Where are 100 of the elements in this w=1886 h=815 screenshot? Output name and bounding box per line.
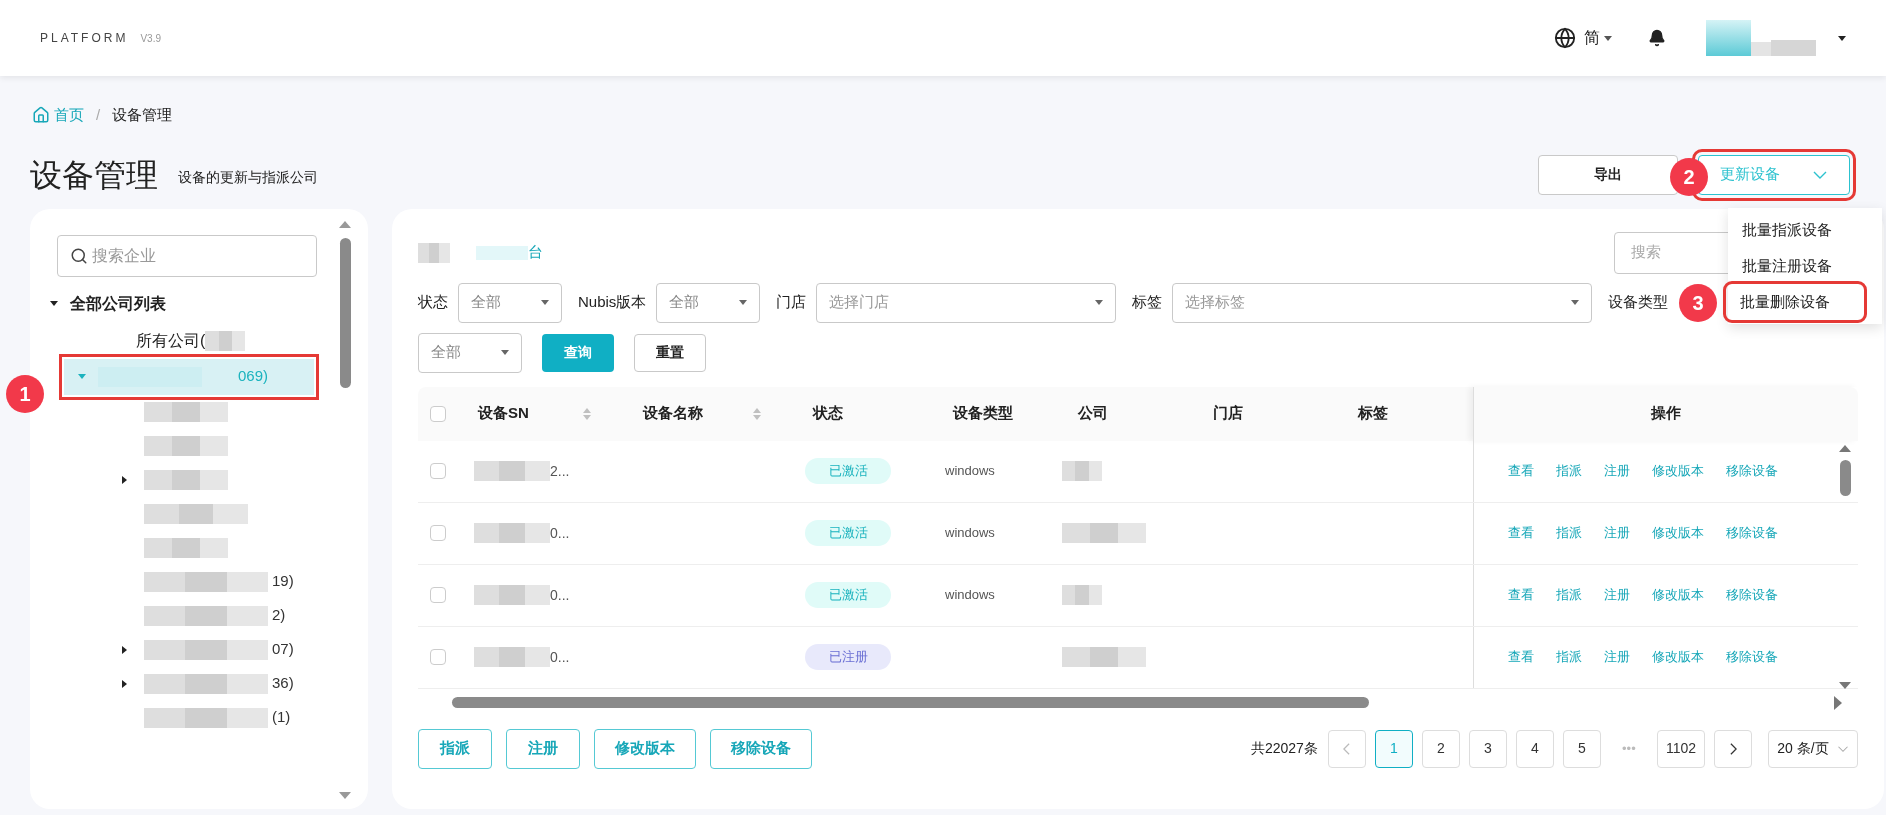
table-cell-text: 0... [550, 523, 570, 543]
row-action-link[interactable]: 移除设备 [1726, 585, 1778, 605]
tree-item-text[interactable]: (1) [272, 706, 291, 729]
page-button[interactable]: 1 [1374, 729, 1413, 768]
breadcrumb-link[interactable]: 首页 [54, 104, 84, 127]
column-header[interactable]: 设备名称 [643, 402, 703, 425]
caret-icon[interactable] [50, 301, 58, 306]
select-field[interactable]: 全部 [656, 282, 761, 323]
scroll-down-arrow-icon[interactable] [339, 791, 351, 799]
filter-label: 门店 [776, 292, 807, 313]
row-action-link[interactable]: 注册 [1604, 647, 1630, 667]
tree-root[interactable]: 全部公司列表 [70, 291, 166, 316]
home-icon[interactable] [32, 106, 50, 125]
row-action-link[interactable]: 指派 [1556, 585, 1582, 605]
select-field[interactable]: 全部 [458, 282, 562, 323]
row-action-link[interactable]: 查看 [1508, 585, 1534, 605]
pagination-ellipsis: ••• [1621, 739, 1637, 758]
globe-icon[interactable] [1554, 27, 1576, 49]
row-checkbox[interactable] [430, 587, 446, 603]
version-label: V3.9 [140, 31, 162, 46]
total-count: 共22027条 [1250, 739, 1318, 758]
bulk-action-button[interactable]: 指派 [418, 728, 492, 769]
sort-icon[interactable] [583, 407, 591, 420]
tree-item-text[interactable]: 07) [272, 638, 294, 661]
reset-button[interactable]: 重置 [634, 333, 706, 372]
company-search-field[interactable]: 搜索企业 [57, 234, 317, 277]
brand-name[interactable]: PLATFORM [40, 29, 129, 47]
chevron-down-icon[interactable] [1836, 745, 1849, 752]
row-action-link[interactable]: 修改版本 [1652, 585, 1704, 605]
chevron-down-icon[interactable] [1812, 170, 1828, 179]
caret-icon[interactable] [122, 645, 127, 654]
page-button[interactable]: 1102 [1656, 729, 1705, 768]
page-size-select[interactable]: 20 条/页 [1768, 729, 1858, 768]
status-badge: 已注册 [805, 644, 891, 670]
select-field[interactable]: 全部 [418, 332, 522, 373]
status-badge: 已激活 [805, 458, 891, 484]
row-action-link[interactable]: 修改版本 [1652, 461, 1704, 481]
select-all-checkbox[interactable] [430, 405, 446, 422]
scroll-up-arrow-icon[interactable] [339, 220, 351, 228]
page-button[interactable]: 3 [1468, 729, 1507, 768]
redacted-block [418, 242, 450, 263]
bulk-action-button[interactable]: 移除设备 [710, 728, 812, 769]
row-action-link[interactable]: 注册 [1604, 585, 1630, 605]
page-button[interactable]: 5 [1562, 729, 1601, 768]
tree-item[interactable]: 所有公司( [130, 322, 250, 359]
bulk-action-button[interactable]: 注册 [506, 728, 580, 769]
row-action-link[interactable]: 注册 [1604, 461, 1630, 481]
language-selector[interactable]: 简 [1584, 26, 1600, 50]
tree-item-text[interactable]: 2) [272, 604, 286, 627]
caret-icon[interactable] [1838, 35, 1846, 41]
query-button[interactable]: 查询 [542, 333, 614, 372]
scroll-up-arrow-icon[interactable] [1839, 444, 1851, 452]
row-action-link[interactable]: 注册 [1604, 523, 1630, 543]
redacted-block [205, 330, 246, 351]
row-action-link[interactable]: 查看 [1508, 647, 1534, 667]
chevron-left-icon[interactable] [1343, 741, 1351, 756]
scroll-down-arrow-icon[interactable] [1839, 681, 1851, 689]
row-action-link[interactable]: 移除设备 [1726, 523, 1778, 543]
table-cell-text: 2... [550, 461, 570, 481]
caret-icon[interactable] [122, 475, 127, 484]
scrollbar-thumb[interactable] [1839, 459, 1851, 496]
scrollbar-thumb[interactable] [339, 237, 351, 388]
column-header[interactable]: 门店 [1213, 402, 1243, 425]
row-checkbox[interactable] [430, 463, 446, 479]
row-checkbox[interactable] [430, 649, 446, 665]
column-header[interactable]: 公司 [1078, 402, 1108, 425]
row-action-link[interactable]: 指派 [1556, 461, 1582, 481]
select-field[interactable]: 选择标签 [1172, 282, 1593, 323]
tree-item-text[interactable]: 19) [272, 570, 294, 593]
row-action-link[interactable]: 移除设备 [1726, 461, 1778, 481]
column-header[interactable]: 标签 [1358, 402, 1388, 425]
menu-item[interactable]: 批量删除设备 [1726, 284, 1864, 320]
bell-icon[interactable] [1648, 29, 1666, 47]
column-header[interactable]: 状态 [813, 402, 843, 425]
row-action-link[interactable]: 修改版本 [1652, 523, 1704, 543]
row-action-link[interactable]: 移除设备 [1726, 647, 1778, 667]
page-button[interactable]: 4 [1515, 729, 1554, 768]
caret-icon[interactable] [1604, 35, 1612, 41]
row-action-link[interactable]: 指派 [1556, 523, 1582, 543]
scrollbar-thumb[interactable] [452, 697, 1369, 708]
panel-breadcrumb[interactable]: 台 [528, 241, 543, 264]
row-action-link[interactable]: 修改版本 [1652, 647, 1704, 667]
caret-icon[interactable] [122, 679, 127, 688]
row-action-link[interactable]: 查看 [1508, 523, 1534, 543]
column-header[interactable]: 设备SN [478, 402, 529, 425]
breadcrumb-separator: / [96, 105, 101, 125]
sort-icon[interactable] [753, 407, 761, 420]
select-field[interactable]: 选择门店 [816, 282, 1117, 323]
scroll-right-arrow-icon[interactable] [1834, 695, 1842, 710]
tree-item-text[interactable]: 36) [272, 672, 294, 695]
status-badge: 已激活 [805, 582, 891, 608]
table-cell: windows [945, 463, 995, 479]
column-header[interactable]: 设备类型 [953, 402, 1013, 425]
bulk-action-button[interactable]: 修改版本 [594, 728, 696, 769]
export-button[interactable]: 导出 [1538, 154, 1678, 195]
row-action-link[interactable]: 指派 [1556, 647, 1582, 667]
page-button[interactable]: 2 [1421, 729, 1460, 768]
row-checkbox[interactable] [430, 525, 446, 541]
chevron-right-icon[interactable] [1729, 741, 1737, 756]
row-action-link[interactable]: 查看 [1508, 461, 1534, 481]
